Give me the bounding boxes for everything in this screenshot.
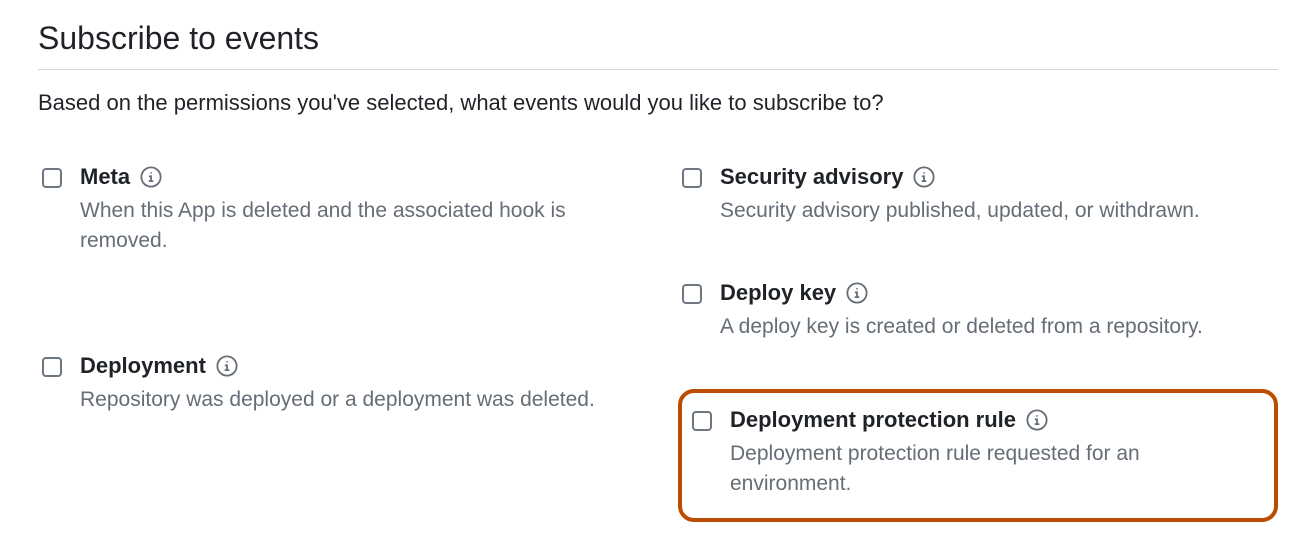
event-header: Deployment bbox=[80, 353, 634, 379]
event-item-deploy-key: Deploy key A deploy key is created or de… bbox=[678, 272, 1278, 350]
section-title: Subscribe to events bbox=[38, 20, 1278, 70]
section-description: Based on the permissions you've selected… bbox=[38, 90, 1278, 116]
event-item-security-advisory: Security advisory Security advisory publ… bbox=[678, 156, 1278, 234]
event-title: Deploy key bbox=[720, 280, 836, 306]
checkbox-meta[interactable] bbox=[42, 168, 62, 188]
event-description: Deployment protection rule requested for… bbox=[730, 439, 1260, 500]
event-header: Security advisory bbox=[720, 164, 1274, 190]
events-grid: Meta When this App is deleted and the as… bbox=[38, 156, 1278, 522]
event-header: Deploy key bbox=[720, 280, 1274, 306]
event-title: Deployment bbox=[80, 353, 206, 379]
event-item-deployment: Deployment Repository was deployed or a … bbox=[38, 345, 638, 423]
event-content: Meta When this App is deleted and the as… bbox=[80, 164, 634, 257]
event-item-meta: Meta When this App is deleted and the as… bbox=[38, 156, 638, 265]
event-content: Security advisory Security advisory publ… bbox=[720, 164, 1274, 226]
info-icon[interactable] bbox=[216, 355, 238, 377]
events-column-right: Security advisory Security advisory publ… bbox=[678, 156, 1278, 522]
event-title: Deployment protection rule bbox=[730, 407, 1016, 433]
subscribe-events-section: Subscribe to events Based on the permiss… bbox=[0, 0, 1316, 542]
checkbox-security-advisory[interactable] bbox=[682, 168, 702, 188]
event-header: Meta bbox=[80, 164, 634, 190]
checkbox-deployment-protection-rule[interactable] bbox=[692, 411, 712, 431]
info-icon[interactable] bbox=[1026, 409, 1048, 431]
info-icon[interactable] bbox=[140, 166, 162, 188]
event-description: Repository was deployed or a deployment … bbox=[80, 385, 634, 415]
checkbox-deployment[interactable] bbox=[42, 357, 62, 377]
event-content: Deploy key A deploy key is created or de… bbox=[720, 280, 1274, 342]
events-column-left: Meta When this App is deleted and the as… bbox=[38, 156, 638, 522]
event-title: Meta bbox=[80, 164, 130, 190]
info-icon[interactable] bbox=[846, 282, 868, 304]
event-description: When this App is deleted and the associa… bbox=[80, 196, 634, 257]
event-title: Security advisory bbox=[720, 164, 903, 190]
info-icon[interactable] bbox=[913, 166, 935, 188]
event-content: Deployment Repository was deployed or a … bbox=[80, 353, 634, 415]
event-item-deployment-protection-rule: Deployment protection rule Deployment pr… bbox=[678, 389, 1278, 522]
event-content: Deployment protection rule Deployment pr… bbox=[730, 407, 1260, 500]
event-description: Security advisory published, updated, or… bbox=[720, 196, 1274, 226]
event-description: A deploy key is created or deleted from … bbox=[720, 312, 1274, 342]
checkbox-deploy-key[interactable] bbox=[682, 284, 702, 304]
event-header: Deployment protection rule bbox=[730, 407, 1260, 433]
